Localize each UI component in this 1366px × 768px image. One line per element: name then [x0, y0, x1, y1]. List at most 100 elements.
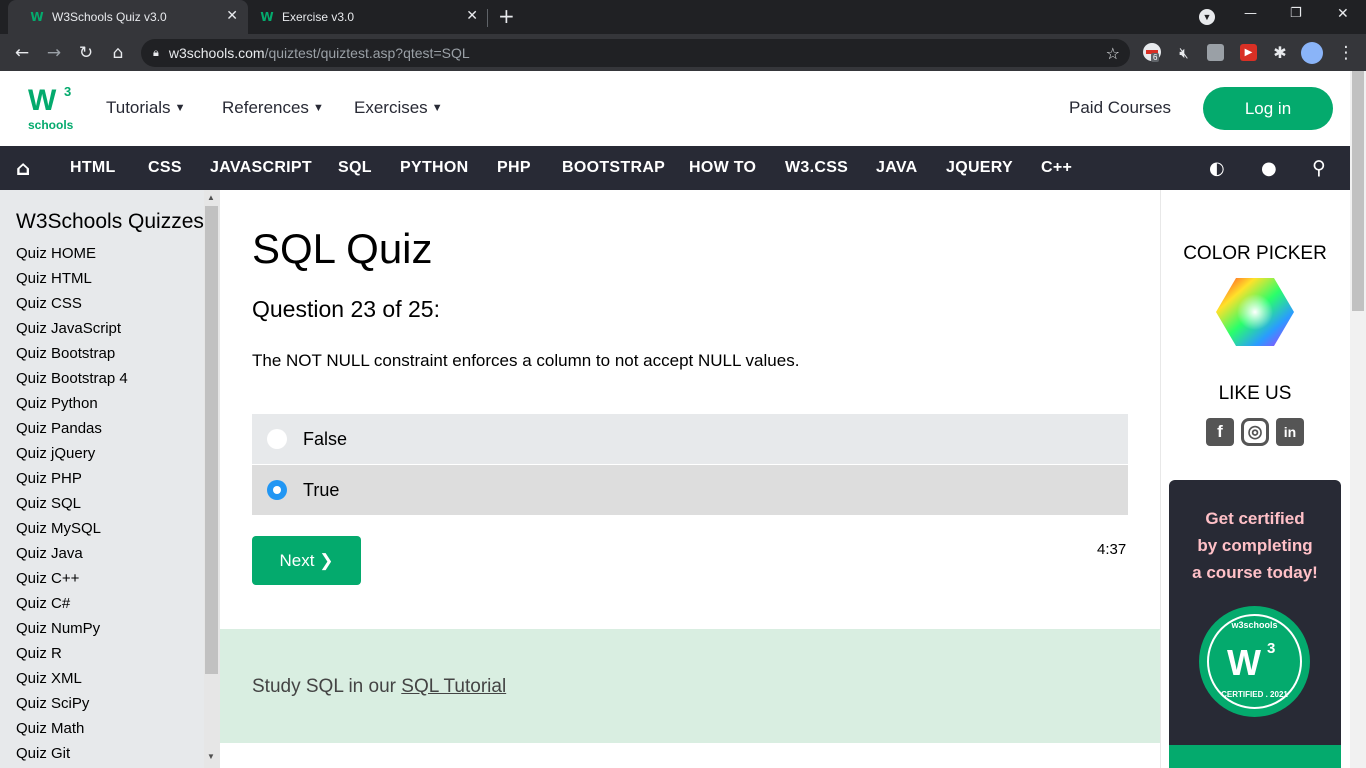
radio-button[interactable]: [267, 429, 287, 449]
menu-javascript[interactable]: JAVASCRIPT: [210, 146, 312, 190]
nav-exercises-label: Exercises: [354, 98, 428, 117]
facebook-icon[interactable]: f: [1206, 418, 1234, 446]
extensions-puzzle-icon[interactable]: ✱: [1268, 34, 1292, 71]
ad-block-extension-icon[interactable]: 6: [1143, 43, 1161, 62]
question-header: Question 23 of 25:: [252, 296, 440, 322]
browser-tab[interactable]: W Exercise v3.0 ✕: [248, 0, 488, 34]
extension-badge: 6: [1151, 53, 1160, 62]
certification-text: Get certified by completing a course tod…: [1169, 505, 1341, 586]
menu-how-to[interactable]: HOW TO: [689, 146, 756, 190]
w3schools-logo[interactable]: W 3 schools: [28, 84, 78, 134]
nav-references[interactable]: References ▼: [222, 98, 324, 118]
sidebar-item[interactable]: Quiz CSS: [16, 295, 82, 312]
nav-references-label: References: [222, 98, 309, 117]
sidebar-item[interactable]: Quiz MySQL: [16, 520, 101, 537]
sidebar-item[interactable]: Quiz Bootstrap: [16, 345, 115, 362]
linkedin-icon[interactable]: in: [1276, 418, 1304, 446]
page-scrollbar-thumb[interactable]: [1352, 71, 1364, 311]
mute-extension-icon[interactable]: 🔇︎: [1172, 34, 1196, 71]
new-tab-icon[interactable]: +: [498, 4, 515, 28]
login-button[interactable]: Log in: [1203, 87, 1333, 130]
menu-jquery[interactable]: JQUERY: [946, 146, 1013, 190]
logo-sup: 3: [64, 84, 72, 99]
nav-tutorials[interactable]: Tutorials ▼: [106, 98, 185, 118]
minimize-icon[interactable]: —: [1244, 6, 1257, 21]
browser-tab-active[interactable]: W W3Schools Quiz v3.0 ✕: [8, 0, 248, 34]
sidebar-item[interactable]: Quiz SciPy: [16, 695, 89, 712]
nav-exercises[interactable]: Exercises ▼: [354, 98, 443, 118]
cert-line-2: by completing: [1197, 536, 1313, 555]
sidebar-item[interactable]: Quiz R: [16, 645, 62, 662]
close-window-icon[interactable]: ✕: [1337, 6, 1349, 22]
home-icon[interactable]: ⌂: [16, 146, 31, 190]
sidebar-item[interactable]: Quiz NumPy: [16, 620, 100, 637]
sidebar-item[interactable]: Quiz XML: [16, 670, 82, 687]
nav-tutorials-label: Tutorials: [106, 98, 171, 117]
back-icon[interactable]: ←: [10, 34, 34, 71]
reload-icon[interactable]: ↻: [74, 34, 98, 71]
lock-icon: 🔒︎: [153, 46, 159, 59]
sidebar-scrollbar-thumb[interactable]: [205, 206, 218, 674]
extension-icon[interactable]: [1207, 44, 1224, 61]
address-bar[interactable]: 🔒︎ w3schools.com/quiztest/quiztest.asp?q…: [141, 39, 1130, 67]
next-button[interactable]: Next ❯: [252, 536, 361, 585]
sidebar-item[interactable]: Quiz Math: [16, 720, 84, 737]
sidebar-item[interactable]: Quiz HOME: [16, 245, 96, 262]
globe-icon[interactable]: ●: [1261, 146, 1277, 190]
sidebar-item[interactable]: Quiz PHP: [16, 470, 82, 487]
menu-python[interactable]: PYTHON: [400, 146, 468, 190]
question-text: The NOT NULL constraint enforces a colum…: [252, 351, 800, 370]
menu-css[interactable]: CSS: [148, 146, 182, 190]
bookmark-star-icon[interactable]: ☆: [1106, 44, 1120, 63]
like-us-heading: LIKE US: [1218, 383, 1292, 404]
menu-bootstrap[interactable]: BOOTSTRAP: [562, 146, 665, 190]
profile-avatar[interactable]: [1301, 42, 1323, 64]
quiz-timer: 4:37: [1097, 541, 1127, 558]
sidebar-item[interactable]: Quiz Java: [16, 545, 83, 562]
sidebar-item[interactable]: Quiz C++: [16, 570, 79, 587]
sidebar-item[interactable]: Quiz jQuery: [16, 445, 95, 462]
close-tab-icon[interactable]: ✕: [226, 8, 238, 24]
answer-label: False: [303, 428, 348, 449]
sidebar-item[interactable]: Quiz C#: [16, 595, 70, 612]
color-picker-heading[interactable]: COLOR PICKER: [1160, 243, 1350, 265]
tab-search-icon[interactable]: ▼: [1199, 9, 1215, 25]
menu-html[interactable]: HTML: [70, 146, 116, 190]
answer-option-true[interactable]: True: [252, 465, 1128, 515]
sidebar-item[interactable]: Quiz HTML: [16, 270, 92, 287]
paid-courses-link[interactable]: Paid Courses: [1069, 98, 1171, 118]
answer-option-false[interactable]: False: [252, 414, 1128, 464]
menu-w3css[interactable]: W3.CSS: [785, 146, 848, 190]
radio-button-selected[interactable]: [267, 480, 287, 500]
scroll-up-arrow-icon[interactable]: ▲: [207, 193, 215, 202]
w3schools-certified-badge: w3schools W 3 CERTIFIED . 2021: [1199, 606, 1310, 717]
menu-sql[interactable]: SQL: [338, 146, 372, 190]
badge-top-text: w3schools: [1231, 620, 1278, 630]
get-started-button[interactable]: [1169, 745, 1341, 768]
caret-down-icon: ▼: [431, 102, 443, 114]
scroll-down-arrow-icon[interactable]: ▼: [207, 752, 215, 761]
restore-icon[interactable]: ❐: [1290, 6, 1302, 21]
search-icon[interactable]: ⚲: [1312, 146, 1326, 190]
browser-menu-icon[interactable]: ⋮: [1334, 34, 1358, 71]
menu-cpp[interactable]: C++: [1041, 146, 1072, 190]
dark-mode-toggle-icon[interactable]: ◐: [1209, 146, 1225, 190]
sidebar-item[interactable]: Quiz JavaScript: [16, 320, 121, 337]
menu-java[interactable]: JAVA: [876, 146, 918, 190]
sidebar-item[interactable]: Quiz Pandas: [16, 420, 102, 437]
sql-tutorial-link[interactable]: SQL Tutorial: [401, 676, 506, 697]
sidebar-item[interactable]: Quiz Git: [16, 745, 70, 762]
url-path: /quiztest/quiztest.asp?qtest=SQL: [264, 45, 470, 61]
badge-mark: W: [1227, 642, 1261, 683]
quiz-sidebar: W3Schools Quizzes Quiz HOME Quiz HTML Qu…: [0, 190, 204, 768]
sidebar-item[interactable]: Quiz SQL: [16, 495, 81, 512]
close-tab-icon[interactable]: ✕: [466, 8, 478, 24]
color-picker-hexagon-icon[interactable]: [1216, 278, 1294, 346]
forward-icon[interactable]: →: [42, 34, 66, 71]
sidebar-item[interactable]: Quiz Python: [16, 395, 98, 412]
sidebar-item[interactable]: Quiz Bootstrap 4: [16, 370, 128, 387]
home-icon[interactable]: ⌂: [106, 34, 130, 71]
instagram-icon[interactable]: ◎: [1241, 418, 1269, 446]
menu-php[interactable]: PHP: [497, 146, 531, 190]
video-extension-icon[interactable]: ▶: [1240, 44, 1257, 61]
